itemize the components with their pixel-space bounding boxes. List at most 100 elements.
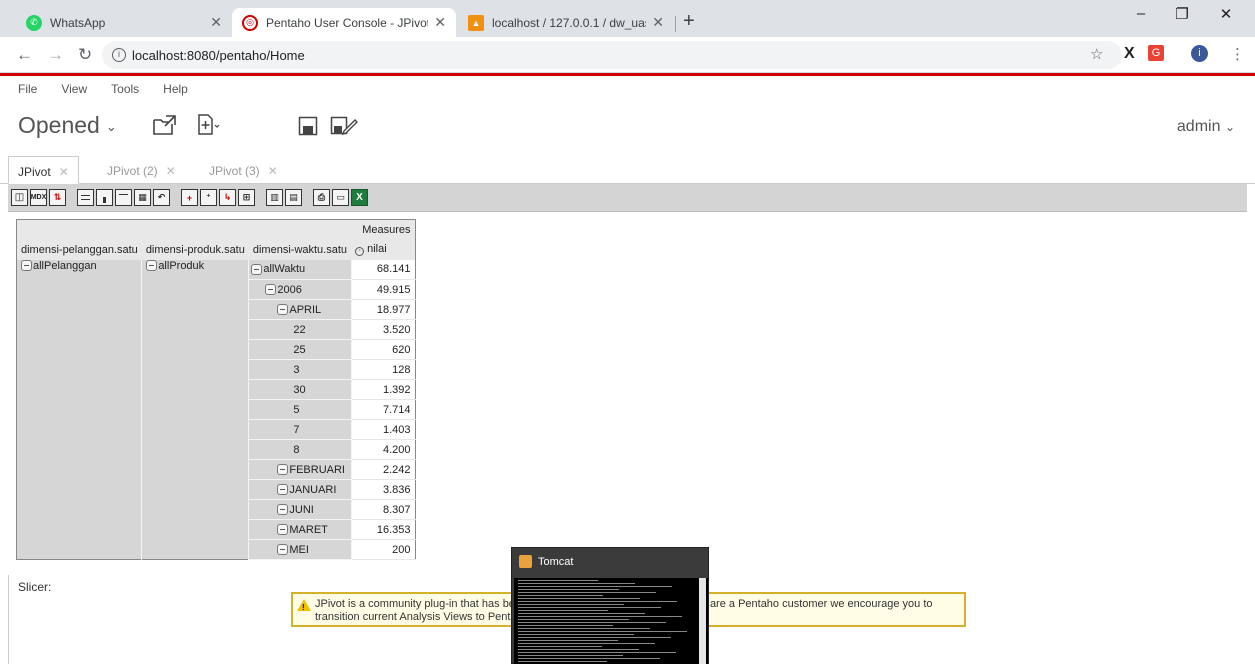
new-file-icon[interactable]: [196, 114, 220, 136]
row-header-waktu[interactable]: 2006: [248, 279, 352, 300]
close-icon[interactable]: ✕: [59, 165, 69, 179]
row-header-waktu[interactable]: FEBRUARI: [248, 459, 352, 480]
new-tab-button[interactable]: +: [683, 10, 695, 33]
console-scrollbar[interactable]: [699, 578, 706, 664]
expand-icon[interactable]: [21, 260, 32, 272]
minimize-icon[interactable]: –: [1121, 5, 1161, 22]
restore-icon[interactable]: ❐: [1162, 5, 1202, 23]
console-line: [518, 622, 666, 623]
cell-value: 2.242: [351, 459, 416, 480]
close-window-icon[interactable]: ✕: [1206, 5, 1246, 23]
print-config-icon[interactable]: ⎙: [313, 189, 330, 206]
perspective-label: Opened: [18, 112, 100, 138]
close-tab-icon[interactable]: ✕: [210, 14, 222, 31]
tab-label: JPivot (3): [209, 164, 260, 178]
expand-icon[interactable]: [277, 304, 289, 316]
row-header-waktu[interactable]: JANUARI: [248, 479, 352, 500]
row-header-pelanggan[interactable]: allPelanggan: [16, 259, 143, 560]
close-tab-icon[interactable]: ✕: [434, 14, 446, 31]
row-header-waktu: 5: [248, 399, 352, 420]
user-menu[interactable]: admin ⌄: [1177, 118, 1235, 136]
chart-config-icon[interactable]: ▤: [285, 189, 302, 206]
extension-g-icon[interactable]: G: [1148, 45, 1164, 61]
browser-tab-whatsapp[interactable]: ✆ WhatsApp ✕: [16, 8, 232, 37]
close-icon[interactable]: ✕: [268, 164, 278, 178]
url-text: localhost:8080/pentaho/Home: [132, 47, 305, 63]
jpivot-toolbar: ◫ MDX ⇅ ▦ ↶ + ⁺ ↳ ⊞ ▥ ▤ ⎙ ▭ X: [8, 184, 1247, 212]
expand-icon[interactable]: [277, 524, 289, 536]
tab-title: WhatsApp: [50, 15, 106, 30]
hide-spans-icon[interactable]: [96, 189, 113, 206]
show-properties-icon[interactable]: [115, 189, 132, 206]
info-icon[interactable]: i: [112, 48, 126, 62]
excel-export-icon[interactable]: X: [351, 189, 368, 206]
cell-value: 49.915: [351, 279, 416, 300]
tab-jpivot[interactable]: JPivot ✕: [8, 156, 79, 184]
pivot-body: allPelanggan allProduk allWaktu 68.141 2006 4…: [16, 259, 416, 560]
close-icon[interactable]: ✕: [166, 164, 176, 178]
console-line: [518, 601, 677, 602]
swap-axes-icon[interactable]: ↶: [153, 189, 170, 206]
sort-icon[interactable]: ◦: [355, 247, 365, 256]
row-header-waktu: 3: [248, 359, 352, 380]
browser-tab-phpmyadmin[interactable]: ▲ localhost / 127.0.0.1 / dw_uas / fa ✕: [458, 8, 674, 37]
nilai-header[interactable]: ◦ nilai: [351, 239, 416, 260]
tomcat-title: Tomcat: [538, 556, 574, 568]
cell-value: 18.977: [351, 299, 416, 320]
row-header-waktu[interactable]: MARET: [248, 519, 352, 540]
address-bar[interactable]: i localhost:8080/pentaho/Home: [102, 41, 1122, 69]
expand-icon[interactable]: [277, 504, 289, 516]
warning-icon-mark: !: [302, 603, 305, 612]
show-chart-icon[interactable]: ▥: [266, 189, 283, 206]
extension-x-icon[interactable]: X: [1124, 45, 1135, 63]
tomcat-window[interactable]: Tomcat: [511, 547, 709, 664]
show-parents-icon[interactable]: [77, 189, 94, 206]
row-header-waktu[interactable]: allWaktu: [248, 259, 352, 280]
member-label: 7: [293, 423, 300, 436]
forward-icon[interactable]: →: [47, 45, 64, 65]
back-icon[interactable]: ←: [16, 45, 33, 65]
expand-icon[interactable]: [277, 544, 289, 556]
row-header-waktu[interactable]: MEI: [248, 539, 352, 560]
drill-replace-icon[interactable]: ↳: [219, 189, 236, 206]
phpmyadmin-icon: ▲: [468, 14, 484, 31]
member-label: 8: [293, 443, 300, 456]
menu-kebab-icon[interactable]: ⋮: [1230, 45, 1245, 63]
menu-file[interactable]: File: [18, 82, 37, 96]
app-window: ✆ WhatsApp ✕ ◎ Pentaho User Console - JP…: [0, 0, 1255, 664]
tab-jpivot-3[interactable]: JPivot (3) ✕: [200, 156, 287, 184]
star-icon[interactable]: ☆: [1090, 45, 1103, 63]
row-header-waktu[interactable]: JUNI: [248, 499, 352, 520]
reload-icon[interactable]: ↻: [78, 45, 92, 65]
browser-tab-pentaho[interactable]: ◎ Pentaho User Console - JPivot ✕: [232, 8, 456, 37]
sort-icon[interactable]: ⇅: [49, 189, 66, 206]
expand-icon[interactable]: [277, 464, 289, 476]
member-label: 2006: [277, 283, 302, 296]
menu-help[interactable]: Help: [163, 82, 188, 96]
column-header: dimensi-pelanggan.satu: [16, 239, 142, 260]
row-header-waktu[interactable]: APRIL: [248, 299, 352, 320]
print-pdf-icon[interactable]: ▭: [332, 189, 349, 206]
open-folder-icon[interactable]: [152, 114, 178, 136]
menu-view[interactable]: View: [61, 82, 87, 96]
close-tab-icon[interactable]: ✕: [652, 14, 664, 31]
drill-position-icon[interactable]: ⁺: [200, 189, 217, 206]
console-line: [518, 586, 672, 587]
suppress-empty-icon[interactable]: ▦: [134, 189, 151, 206]
cube-navigator-icon[interactable]: ◫: [11, 189, 28, 206]
drill-member-icon[interactable]: +: [181, 189, 198, 206]
menu-tools[interactable]: Tools: [111, 82, 139, 96]
tab-jpivot-2[interactable]: JPivot (2) ✕: [98, 156, 185, 184]
profile-icon[interactable]: i: [1191, 45, 1208, 62]
row-header-produk[interactable]: allProduk: [141, 259, 250, 560]
perspective-switcher[interactable]: Opened ⌄: [18, 112, 117, 139]
expand-icon[interactable]: [277, 484, 289, 496]
menu-bar: File View Tools Help: [18, 82, 188, 96]
expand-icon[interactable]: [265, 284, 277, 296]
save-as-icon[interactable]: [330, 114, 358, 136]
expand-icon[interactable]: [251, 263, 263, 275]
drill-through-icon[interactable]: ⊞: [238, 189, 255, 206]
save-icon[interactable]: [298, 116, 318, 136]
mdx-editor-icon[interactable]: MDX: [30, 189, 47, 206]
expand-icon[interactable]: [146, 260, 158, 272]
